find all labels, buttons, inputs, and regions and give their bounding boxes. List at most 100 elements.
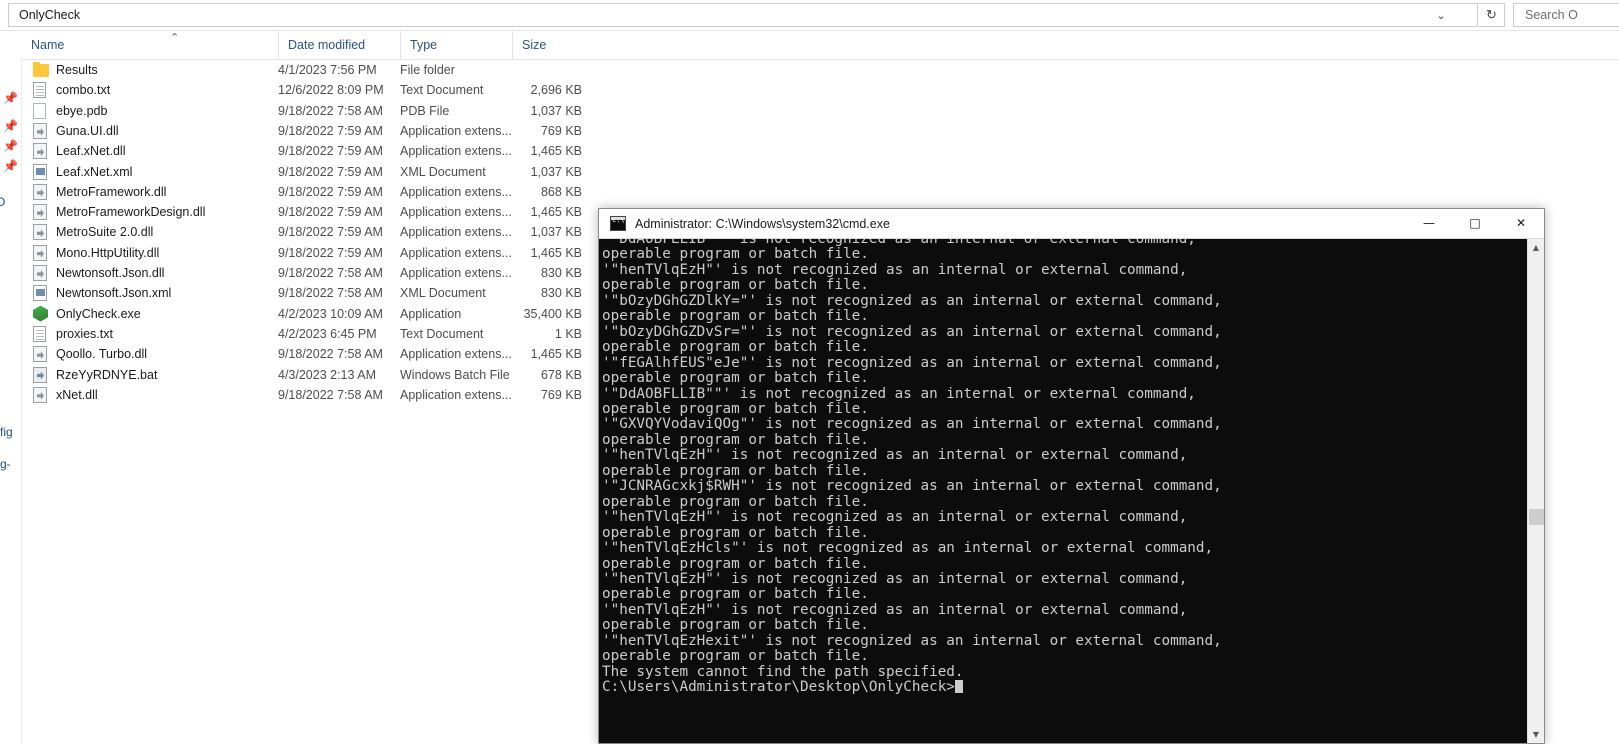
- file-name: Qoollo. Turbo.dll: [56, 347, 148, 362]
- table-row[interactable]: Qoollo. Turbo.dll 9/18/2022 7:58 AM Applic…: [22, 344, 592, 364]
- file-size: 35,400 KB: [523, 306, 582, 321]
- table-row[interactable]: Leaf.xNet.xml 9/18/2022 7:59 AM XML Docume…: [22, 162, 592, 182]
- search-input[interactable]: Search O: [1513, 3, 1619, 27]
- file-name: proxies.txt: [56, 326, 113, 341]
- batch-file-icon: [33, 366, 49, 383]
- file-date-modified: 9/18/2022 7:58 AM: [278, 266, 383, 280]
- cmd-icon: [610, 216, 626, 231]
- table-row[interactable]: Leaf.xNet.dll 9/18/2022 7:59 AM Applicatio…: [22, 141, 592, 161]
- xml-icon: [33, 163, 49, 180]
- file-name: MetroFramework.dll: [56, 184, 167, 199]
- sort-ascending-icon: ⌃: [170, 32, 180, 44]
- console-scrollbar[interactable]: ▲ ▼: [1527, 239, 1544, 743]
- file-name: OnlyCheck.exe: [56, 306, 141, 321]
- table-row[interactable]: MetroFramework.dll 9/18/2022 7:59 AM Appli…: [22, 182, 592, 202]
- scroll-down-icon[interactable]: ▼: [1528, 726, 1544, 743]
- text-document-icon-glyph: [33, 325, 46, 342]
- pin-icon[interactable]: 📌: [3, 159, 18, 173]
- table-row[interactable]: RzeYyRDNYE.bat 4/3/2023 2:13 AM Windows Ba…: [22, 365, 592, 385]
- maximize-button[interactable]: □: [1452, 209, 1498, 238]
- dll-icon: [33, 183, 49, 200]
- file-date-modified: 9/18/2022 7:58 AM: [278, 347, 383, 362]
- file-date-modified: 9/18/2022 7:59 AM: [278, 144, 383, 159]
- close-button[interactable]: ✕: [1498, 209, 1544, 238]
- table-row[interactable]: Results 4/1/2023 7:56 PM File folder: [22, 60, 592, 80]
- refresh-icon[interactable]: ↻: [1479, 3, 1505, 27]
- address-input[interactable]: OnlyCheck ⌄: [8, 3, 1478, 27]
- navigation-pane-clipped: 📌 📌 📌 📌 O fig g-: [0, 59, 22, 744]
- dll-icon-glyph: [33, 386, 47, 403]
- table-row[interactable]: ebye.pdb 9/18/2022 7:58 AM PDB File 1,037 K…: [22, 101, 592, 121]
- table-row[interactable]: Mono.HttpUtility.dll 9/18/2022 7:59 AM App…: [22, 243, 592, 263]
- console-title-bar[interactable]: Administrator: C:\Windows\system32\cmd.e…: [599, 209, 1544, 239]
- maximize-icon: □: [1469, 216, 1481, 230]
- address-path-text: OnlyCheck: [19, 8, 81, 22]
- file-size: 1 KB: [554, 326, 582, 341]
- dll-icon-glyph: [33, 204, 47, 221]
- table-row[interactable]: Newtonsoft.Json.xml 9/18/2022 7:58 AM XML …: [22, 283, 592, 303]
- file-size: 2,696 KB: [530, 83, 582, 98]
- pin-icon[interactable]: 📌: [3, 91, 18, 105]
- column-header-date-modified[interactable]: Date modified: [278, 31, 400, 59]
- file-type: File folder: [400, 63, 455, 77]
- nav-clipped-label-1: g-: [0, 457, 11, 471]
- file-date-modified: 9/18/2022 7:59 AM: [278, 164, 383, 179]
- table-row[interactable]: xNet.dll 9/18/2022 7:58 AM Application ext…: [22, 385, 592, 405]
- folder-icon-glyph: [33, 62, 49, 77]
- xml-icon-glyph: [33, 163, 47, 180]
- file-date-modified: 4/1/2023 7:56 PM: [278, 63, 377, 77]
- file-name: Leaf.xNet.dll: [56, 144, 126, 159]
- file-date-modified: 4/2/2023 6:45 PM: [278, 326, 377, 341]
- console-prompt: C:\Users\Administrator\Desktop\OnlyCheck…: [602, 679, 955, 696]
- file-date-modified: 9/18/2022 7:59 AM: [278, 205, 383, 220]
- file-name: Guna.UI.dll: [56, 123, 119, 138]
- xml-icon-glyph: [33, 285, 47, 302]
- file-date-modified: 4/3/2023 2:13 AM: [278, 367, 376, 382]
- table-row[interactable]: combo.txt 12/6/2022 8:09 PM Text Document 2…: [22, 80, 592, 100]
- file-date-modified: 9/18/2022 7:58 AM: [278, 387, 383, 402]
- file-size: 830 KB: [540, 286, 582, 301]
- file-size: 769 KB: [540, 387, 582, 402]
- table-row[interactable]: proxies.txt 4/2/2023 6:45 PM Text Document…: [22, 324, 592, 344]
- scrollbar-thumb[interactable]: [1529, 509, 1544, 525]
- table-row[interactable]: MetroFrameworkDesign.dll 9/18/2022 7:59 A…: [22, 202, 592, 222]
- file-name: RzeYyRDNYE.bat: [56, 367, 158, 382]
- table-row[interactable]: MetroSuite 2.0.dll 9/18/2022 7:59 AM Appli…: [22, 222, 592, 242]
- pin-icon[interactable]: 📌: [3, 139, 18, 153]
- column-header-name[interactable]: Name ⌃: [22, 31, 278, 59]
- file-date-modified: 9/18/2022 7:59 AM: [278, 123, 383, 138]
- file-size: 1,037 KB: [530, 164, 582, 179]
- console-output-area[interactable]: '"DdAOBFLLIB""' is not recognized as an …: [599, 239, 1544, 743]
- file-type: PDB File: [400, 103, 450, 118]
- console-title-text: Administrator: C:\Windows\system32\cmd.e…: [635, 217, 890, 231]
- pin-icon[interactable]: 📌: [3, 119, 18, 133]
- dll-icon: [33, 224, 49, 241]
- scroll-up-icon[interactable]: ▲: [1528, 239, 1544, 256]
- explorer-address-bar: OnlyCheck ⌄ ↻ Search O: [0, 0, 1619, 31]
- file-name: ebye.pdb: [56, 103, 108, 118]
- file-name: Mono.HttpUtility.dll: [56, 245, 160, 260]
- file-date-modified: 9/18/2022 7:59 AM: [278, 184, 383, 199]
- file-date-modified: 12/6/2022 8:09 PM: [278, 83, 384, 98]
- table-row[interactable]: Newtonsoft.Json.dll 9/18/2022 7:58 AM Appl…: [22, 263, 592, 283]
- application-icon-glyph: [33, 305, 48, 322]
- chevron-down-icon[interactable]: ⌄: [1433, 8, 1449, 24]
- text-document-icon: [33, 325, 49, 342]
- xml-icon: [33, 285, 49, 302]
- table-row[interactable]: Guna.UI.dll 9/18/2022 7:59 AM Application …: [22, 121, 592, 141]
- file-size: 678 KB: [540, 367, 582, 382]
- file-date-modified: 9/18/2022 7:58 AM: [278, 286, 383, 301]
- table-row[interactable]: OnlyCheck.exe 4/2/2023 10:09 AM Applicatio…: [22, 304, 592, 324]
- column-header-type[interactable]: Type: [400, 31, 512, 59]
- minimize-icon: —: [1423, 216, 1435, 230]
- dll-icon-glyph: [33, 265, 47, 281]
- column-header-size[interactable]: Size: [512, 31, 590, 59]
- nav-clipped-label-0: fig: [0, 425, 13, 439]
- dll-icon-glyph: [33, 143, 47, 160]
- search-placeholder: Search O: [1525, 8, 1578, 22]
- dll-icon-glyph: [33, 346, 47, 363]
- file-size: 1,037 KB: [530, 103, 582, 118]
- nav-clipped-badge: O: [0, 195, 6, 209]
- minimize-button[interactable]: —: [1406, 209, 1452, 238]
- close-icon: ✕: [1515, 216, 1527, 230]
